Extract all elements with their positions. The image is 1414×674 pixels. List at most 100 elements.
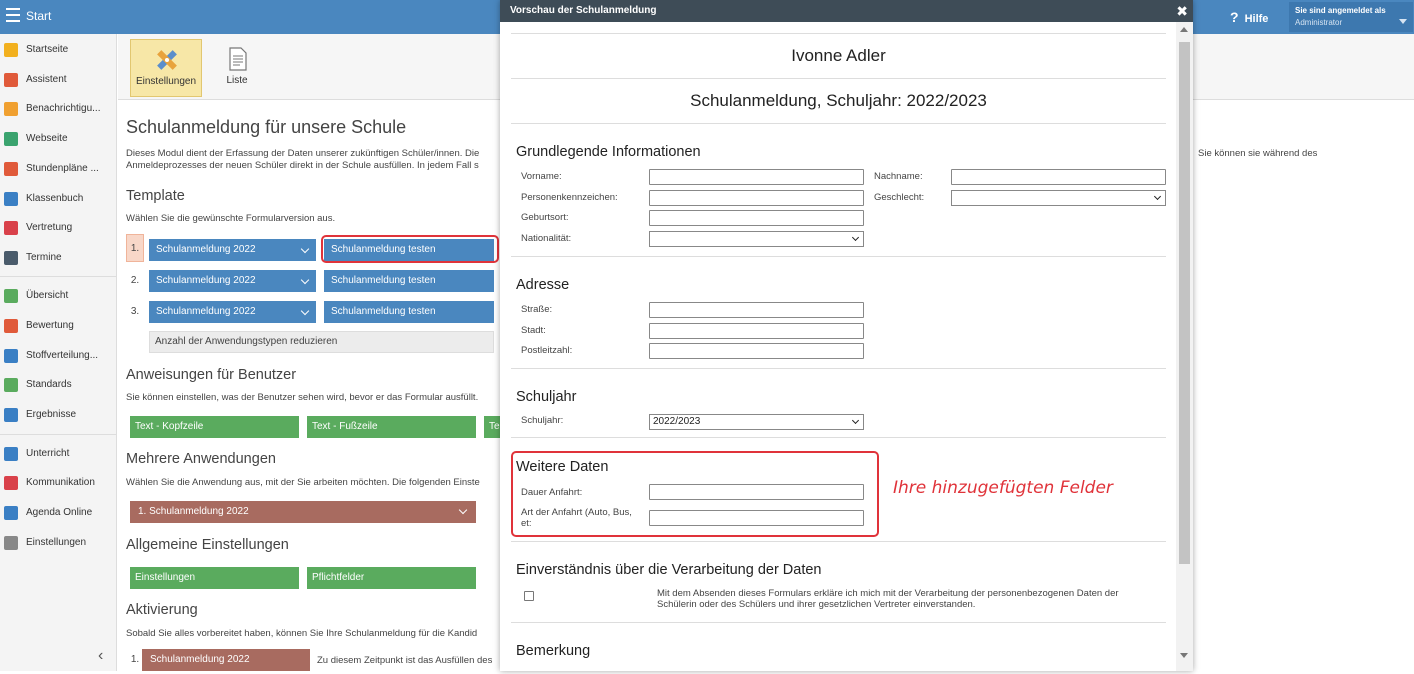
activation-button[interactable]: Schulanmeldung 2022 <box>142 649 310 671</box>
required-fields-button[interactable]: Pflichtfelder <box>307 567 476 589</box>
module-description: Dieses Modul dient der Erfassung der Dat… <box>126 148 479 172</box>
city-input[interactable] <box>649 323 864 339</box>
sidebar-item-label: Benachrichtigu... <box>26 103 101 114</box>
sidebar-item[interactable]: Klassenbuch <box>0 187 117 211</box>
general-settings-heading: Allgemeine Einstellungen <box>126 537 289 553</box>
sidebar-item[interactable]: Übersicht <box>0 284 117 308</box>
help-label: Hilfe <box>1244 13 1269 25</box>
sidebar-item[interactable]: Kommunikation <box>0 471 117 495</box>
street-input[interactable] <box>649 302 864 318</box>
sidebar-item-label: Agenda Online <box>26 507 93 518</box>
user-menu[interactable]: Sie sind angemeldet als Administrator <box>1289 2 1413 32</box>
preview-modal: Vorschau der Schulanmeldung ✖ Ivonne Adl… <box>500 0 1193 671</box>
hamburger-menu-icon[interactable] <box>6 8 20 22</box>
template-select[interactable]: Schulanmeldung 2022 <box>149 239 316 261</box>
postal-code-input[interactable] <box>649 343 864 359</box>
scroll-down-icon[interactable] <box>1180 653 1188 658</box>
shield-icon <box>4 378 18 392</box>
pen-icon <box>4 506 18 520</box>
consent-text-line: Mit dem Absenden dieses Formulars erklär… <box>657 588 1119 599</box>
first-name-input[interactable] <box>649 169 864 185</box>
toolbar-settings-button[interactable]: Einstellungen <box>130 39 202 97</box>
sidebar-item-label: Startseite <box>26 44 69 55</box>
sidebar-item-label: Webseite <box>26 133 68 144</box>
application-select[interactable]: 1. Schulanmeldung 2022 <box>130 501 476 523</box>
sidebar-item[interactable]: Ergebnisse <box>0 403 117 427</box>
description-line: Dieses Modul dient der Erfassung der Dat… <box>126 148 480 159</box>
highlight-box <box>321 235 499 263</box>
sidebar-item-label: Kommunikation <box>26 477 95 488</box>
sidebar-item-label: Bewertung <box>26 320 74 331</box>
general-settings-button[interactable]: Einstellungen <box>130 567 299 589</box>
activation-heading: Aktivierung <box>126 602 198 618</box>
sidebar-item[interactable]: Vertretung <box>0 216 117 240</box>
sidebar-item[interactable]: Webseite <box>0 127 117 151</box>
consent-text-line: Schülerin oder des Schülers und ihrer ge… <box>657 599 976 610</box>
template-heading: Template <box>126 188 185 204</box>
house-icon <box>4 132 18 146</box>
sidebar-item[interactable]: Assistent <box>0 68 117 92</box>
template-select[interactable]: Schulanmeldung 2022 <box>149 301 316 323</box>
sidebar-divider <box>0 434 117 435</box>
remark-heading: Bemerkung <box>516 643 591 659</box>
birthplace-input[interactable] <box>649 210 864 226</box>
test-registration-button[interactable]: Schulanmeldung testen <box>324 270 494 292</box>
sidebar-item[interactable]: Stoffverteilung... <box>0 344 117 368</box>
template-select-value: Schulanmeldung 2022 <box>156 275 256 286</box>
personal-id-input[interactable] <box>649 190 864 206</box>
highlight-box <box>511 451 879 537</box>
header-text-button[interactable]: Text - Kopfzeile <box>130 416 299 438</box>
toolbar-list-label: Liste <box>226 75 248 86</box>
last-name-label: Nachname: <box>874 171 923 182</box>
start-link[interactable]: Start <box>26 9 51 23</box>
template-select[interactable]: Schulanmeldung 2022 <box>149 270 316 292</box>
toolbar-list-button[interactable]: Liste <box>202 39 272 97</box>
briefcase-icon <box>4 349 18 363</box>
multi-apps-heading: Mehrere Anwendungen <box>126 451 276 467</box>
sidebar-item[interactable]: Stundenpläne ... <box>0 157 117 181</box>
last-name-input[interactable] <box>951 169 1166 185</box>
sidebar-item[interactable]: Startseite <box>0 38 117 62</box>
sidebar-item[interactable]: Termine <box>0 246 117 270</box>
close-icon[interactable]: ✖ <box>1176 0 1188 22</box>
question-icon: ? <box>1230 9 1239 25</box>
divider <box>511 622 1166 623</box>
sidebar-divider <box>0 276 117 277</box>
reduce-types-button[interactable]: Anzahl der Anwendungstypen reduzieren <box>149 331 494 353</box>
sidebar-item-label: Stoffverteilung... <box>26 350 99 361</box>
sidebar-item[interactable]: Einstellungen <box>0 531 117 555</box>
consent-text: Mit dem Absenden dieses Formulars erklär… <box>657 588 1157 610</box>
scroll-up-icon[interactable] <box>1180 27 1188 32</box>
gender-select[interactable] <box>951 190 1166 206</box>
chevron-down-icon <box>1153 192 1162 201</box>
modal-scrollbar[interactable] <box>1176 22 1193 671</box>
sidebar-item-label: Übersicht <box>26 290 69 301</box>
school-year-select[interactable]: 2022/2023 <box>649 414 864 430</box>
address-heading: Adresse <box>516 277 570 293</box>
sidebar-item-label: Assistent <box>26 74 67 85</box>
footer-text-button[interactable]: Text - Fußzeile <box>307 416 476 438</box>
sidebar-item[interactable]: Agenda Online <box>0 501 117 525</box>
application-select-value: 1. Schulanmeldung 2022 <box>138 506 249 517</box>
scrollbar-thumb[interactable] <box>1179 42 1190 564</box>
description-line: Anmeldeprozesses der neuen Schüler direk… <box>126 160 479 171</box>
nationality-select[interactable] <box>649 231 864 247</box>
chevron-down-icon <box>300 306 310 316</box>
sidebar-item[interactable]: Bewertung <box>0 314 117 338</box>
sidebar-item-label: Standards <box>26 379 72 390</box>
sidebar-item-label: Termine <box>26 252 62 263</box>
consent-heading: Einverständnis über die Verarbeitung der… <box>516 562 822 578</box>
consent-checkbox[interactable] <box>524 591 534 601</box>
collapse-sidebar-icon[interactable]: ‹ <box>98 647 103 665</box>
sidebar-item-label: Vertretung <box>26 222 73 233</box>
more-text-button[interactable]: Te <box>484 416 500 438</box>
sidebar-item[interactable]: Benachrichtigu... <box>0 97 117 121</box>
city-label: Stadt: <box>521 325 546 336</box>
personal-id-label: Personenkennzeichen: <box>521 192 618 203</box>
sidebar-item[interactable]: Standards <box>0 373 117 397</box>
sidebar-item-label: Einstellungen <box>26 537 87 548</box>
help-button[interactable]: ? Hilfe <box>1230 9 1268 25</box>
sidebar-item[interactable]: Unterricht <box>0 442 117 466</box>
test-registration-button[interactable]: Schulanmeldung testen <box>324 301 494 323</box>
divider <box>511 123 1166 124</box>
